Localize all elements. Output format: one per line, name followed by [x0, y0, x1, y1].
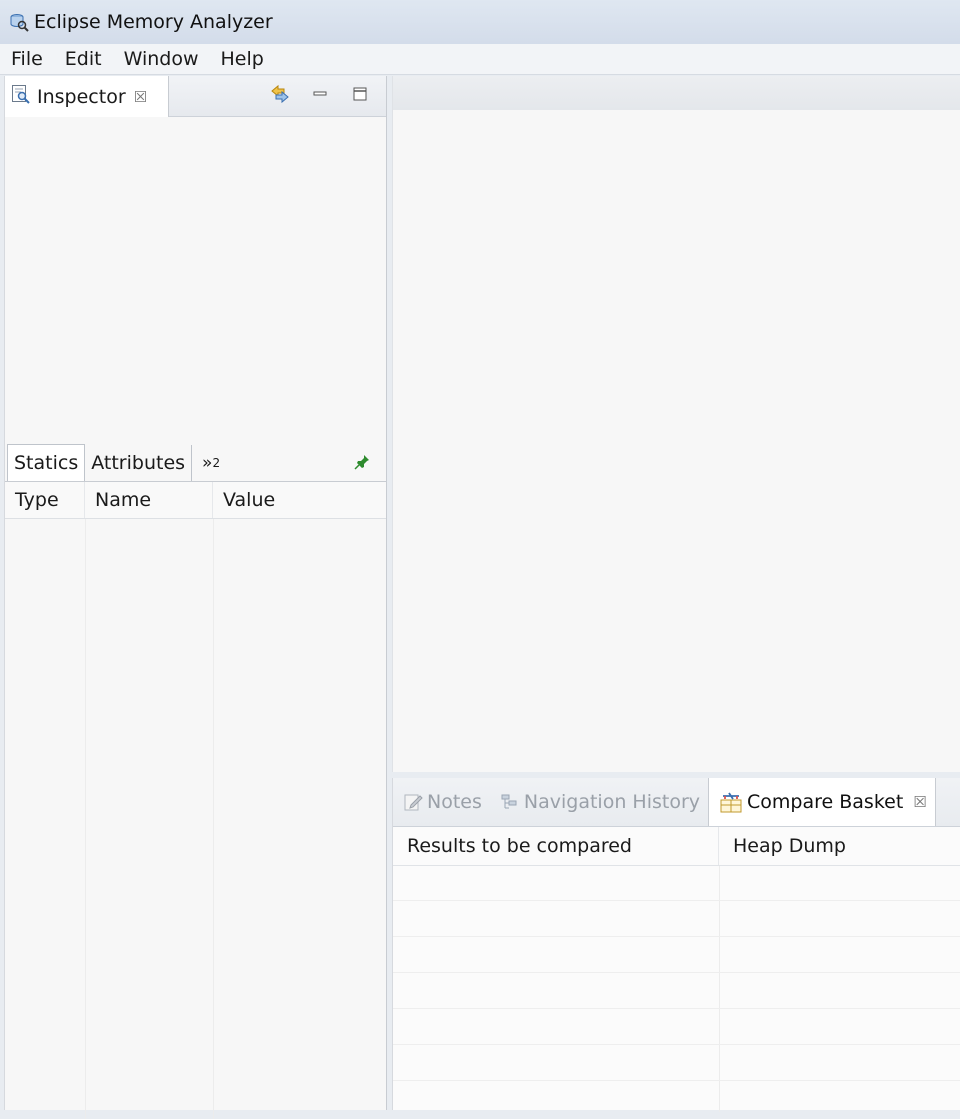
close-icon[interactable]: ☒: [913, 793, 926, 811]
row-divider: [393, 900, 960, 901]
pin-icon[interactable]: [354, 453, 370, 475]
compare-basket-icon: [719, 790, 743, 814]
compare-table-body: [393, 866, 960, 1112]
tab-statics[interactable]: Statics: [7, 444, 86, 481]
tab-compare-basket-label: Compare Basket: [747, 791, 904, 813]
tab-attributes[interactable]: Attributes: [85, 445, 193, 481]
column-name[interactable]: Name: [85, 482, 213, 518]
menu-edit[interactable]: Edit: [54, 48, 113, 70]
inspector-sub-tabs: Statics Attributes » 2: [5, 443, 386, 482]
window-titlebar: Eclipse Memory Analyzer: [0, 0, 960, 44]
row-divider: [393, 972, 960, 973]
window-title: Eclipse Memory Analyzer: [34, 11, 273, 33]
tab-navigation-history-label: Navigation History: [523, 791, 701, 813]
compare-table-header: Results to be compared Heap Dump: [393, 827, 960, 866]
inspector-details-area: [5, 117, 386, 443]
chevron-double-right-icon: »: [202, 453, 213, 473]
more-tabs-button[interactable]: » 2: [192, 445, 230, 481]
inspector-toolbar: [268, 82, 372, 106]
editor-tab-strip: [393, 76, 960, 110]
inspector-icon: [11, 84, 31, 109]
row-divider: [393, 936, 960, 937]
close-icon[interactable]: ☒: [134, 88, 147, 106]
row-divider: [393, 1044, 960, 1045]
bottom-panel: Notes Navigation History Compare Basket …: [392, 778, 960, 1112]
column-type[interactable]: Type: [5, 482, 85, 518]
menu-window[interactable]: Window: [113, 48, 210, 70]
tab-notes[interactable]: Notes: [393, 778, 490, 826]
tab-compare-basket[interactable]: Compare Basket ☒: [708, 778, 936, 826]
inspector-tabstrip: Inspector ☒: [5, 76, 386, 117]
row-divider: [393, 1008, 960, 1009]
column-heap-dump[interactable]: Heap Dump: [719, 827, 960, 865]
column-divider: [85, 519, 86, 1119]
menu-bar: File Edit Window Help: [0, 44, 960, 75]
inspector-panel: Inspector ☒ Statics Attributes » 2 Type …: [4, 76, 387, 1119]
navigation-history-icon: [500, 792, 520, 812]
statics-table-body: [5, 519, 386, 1119]
tab-notes-label: Notes: [427, 791, 482, 813]
menu-file[interactable]: File: [0, 48, 54, 70]
maximize-icon[interactable]: [348, 82, 372, 106]
column-divider: [719, 866, 720, 1112]
notes-icon: [403, 792, 423, 812]
editor-area: [392, 76, 960, 772]
more-tabs-count: 2: [212, 456, 221, 470]
column-divider: [213, 519, 214, 1119]
tab-inspector-label: Inspector: [37, 85, 126, 108]
tab-inspector[interactable]: Inspector ☒: [5, 76, 169, 117]
menu-help[interactable]: Help: [210, 48, 275, 70]
minimize-icon[interactable]: [308, 82, 332, 106]
column-results-to-be-compared[interactable]: Results to be compared: [393, 827, 719, 865]
memory-analyzer-icon: [8, 11, 30, 33]
column-value[interactable]: Value: [213, 482, 386, 518]
bottom-tabstrip: Notes Navigation History Compare Basket …: [393, 778, 960, 827]
statics-table-header: Type Name Value: [5, 482, 386, 519]
sync-icon[interactable]: [268, 82, 292, 106]
row-divider: [393, 1080, 960, 1081]
tab-navigation-history[interactable]: Navigation History: [490, 778, 708, 826]
